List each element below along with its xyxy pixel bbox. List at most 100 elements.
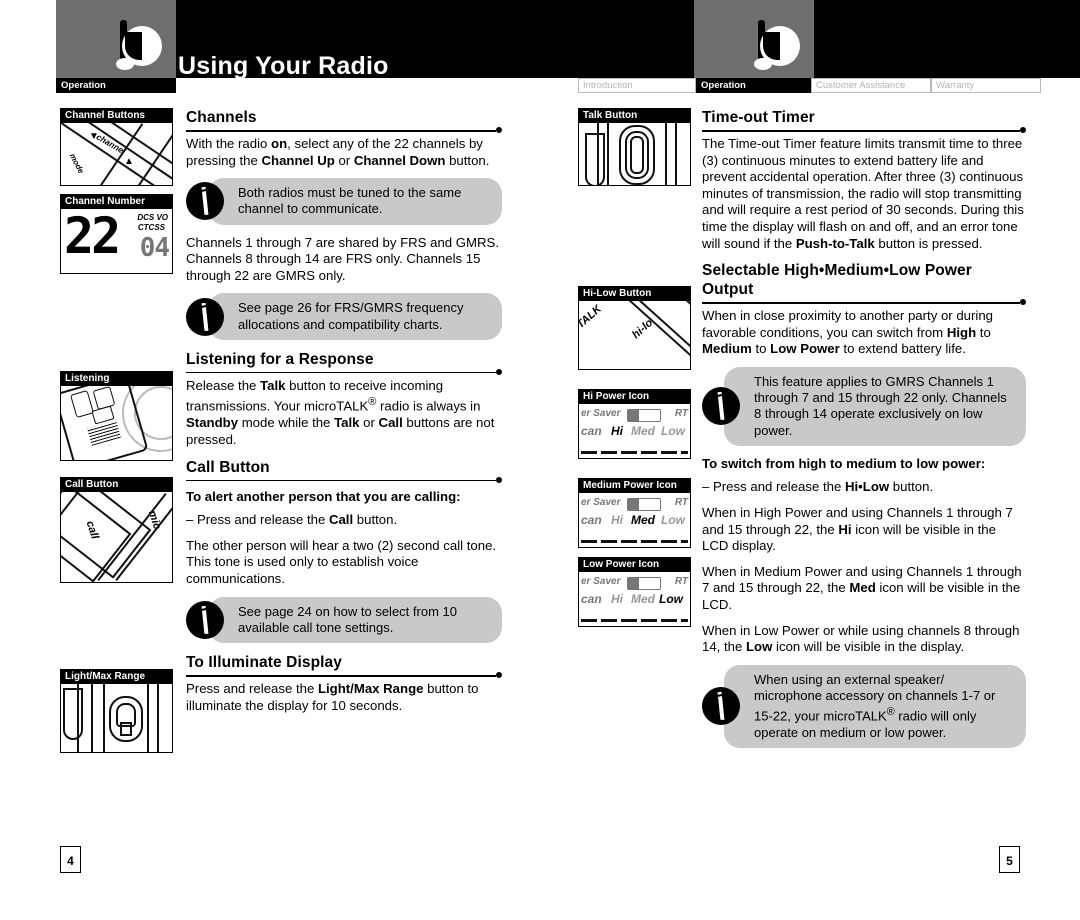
lcd-label-med: Med bbox=[631, 592, 655, 606]
battery-icon bbox=[627, 498, 661, 511]
figure-art-call-button: call mic bbox=[61, 492, 172, 582]
lcd-label-med: Med bbox=[631, 513, 655, 527]
lcd-label-hi: Hi bbox=[611, 592, 623, 606]
figure-art-medium-power-lcd: er Saver RT can Hi Med Low bbox=[579, 493, 690, 547]
figure-channel-buttons: Channel Buttons channel mode ▼ ▲ bbox=[60, 108, 173, 186]
figure-listening: Listening bbox=[60, 371, 173, 461]
section-tabbar: Introduction Operation Customer Assistan… bbox=[540, 78, 1080, 93]
lcd-label-low: Low bbox=[661, 424, 685, 438]
lcd-label-ctcss: CTCSS bbox=[137, 223, 165, 232]
figure-talk-button: Talk Button bbox=[578, 108, 691, 186]
cobra-tip-icon bbox=[186, 182, 224, 221]
lcd-label-dcs-vo: DCS VO bbox=[137, 213, 168, 222]
tip-callout: Both radios must be tuned to the same ch… bbox=[186, 178, 502, 225]
figure-art-low-power-lcd: er Saver RT can Hi Med Low bbox=[579, 572, 690, 626]
lcd-code-digits: 04 bbox=[139, 233, 170, 263]
body-paragraph: When in Medium Power and using Channels … bbox=[702, 563, 1022, 612]
battery-icon bbox=[627, 409, 661, 422]
tip-text: This feature applies to GMRS Channels 1 … bbox=[724, 366, 1026, 446]
section-heading: Time-out Timer bbox=[702, 109, 815, 126]
figure-art-light-max-range bbox=[61, 684, 172, 752]
right-page-content: Time-out Timer The Time-out Timer feature… bbox=[702, 108, 1026, 758]
figure-caption: Talk Button bbox=[579, 109, 690, 123]
figure-channel-number: Channel Number 22 DCS VO CTCSS 04 bbox=[60, 194, 173, 274]
lcd-label-rt: RT bbox=[674, 576, 688, 587]
tab-introduction[interactable]: Introduction bbox=[578, 78, 696, 93]
figure-medium-power-icon: Medium Power Icon er Saver RT can Hi Med… bbox=[578, 478, 691, 548]
lcd-label-power-saver: er Saver bbox=[581, 497, 621, 508]
figure-low-power-icon: Low Power Icon er Saver RT can Hi Med Lo… bbox=[578, 557, 691, 627]
lcd-label-low: Low bbox=[659, 592, 683, 606]
body-paragraph: The other person will hear a two (2) sec… bbox=[186, 537, 497, 586]
tip-text: See page 24 on how to select from 10 ava… bbox=[208, 596, 502, 643]
figure-caption: Channel Buttons bbox=[61, 109, 172, 123]
tip-callout: See page 24 on how to select from 10 ava… bbox=[186, 596, 502, 643]
section-rule bbox=[186, 368, 502, 378]
sub-heading: To alert another person that you are cal… bbox=[186, 488, 461, 504]
figure-light-max-range: Light/Max Range bbox=[60, 669, 173, 753]
tip-callout: See page 26 for FRS/GMRS frequency alloc… bbox=[186, 293, 502, 340]
tab-customer-assistance[interactable]: Customer Assistance bbox=[811, 78, 931, 93]
figure-hi-low-button: Hi-Low Button TALK hi-lo bbox=[578, 286, 691, 370]
figure-call-button: Call Button call mic bbox=[60, 477, 173, 583]
lcd-label-scan: can bbox=[581, 424, 602, 438]
section-rule bbox=[186, 671, 502, 681]
lcd-label-hi: Hi bbox=[611, 513, 623, 527]
page-number-right-value: 5 bbox=[1006, 854, 1013, 868]
lcd-label-power-saver: er Saver bbox=[581, 576, 621, 587]
lcd-label-hi: Hi bbox=[611, 424, 623, 438]
section-heading: Selectable High•Medium•Low Power Output bbox=[702, 262, 972, 299]
tip-callout: When using an external speaker/ micropho… bbox=[702, 664, 1026, 748]
figure-caption: Light/Max Range bbox=[61, 670, 172, 684]
lcd-label-low: Low bbox=[661, 513, 685, 527]
tip-callout: This feature applies to GMRS Channels 1 … bbox=[702, 366, 1026, 446]
section-rule bbox=[702, 127, 1026, 136]
body-paragraph: When in Low Power or while using channel… bbox=[702, 622, 1020, 655]
section-heading: Call Button bbox=[186, 458, 270, 476]
tip-text: See page 26 for FRS/GMRS frequency alloc… bbox=[208, 293, 502, 340]
body-paragraph: Press and release the Light/Max Range bu… bbox=[186, 680, 479, 713]
page-number-right: 5 bbox=[999, 846, 1020, 873]
tab-warranty[interactable]: Warranty bbox=[931, 78, 1041, 93]
section-heading: Channels bbox=[186, 109, 257, 126]
figure-hi-power-icon: Hi Power Icon er Saver RT can Hi Med Low bbox=[578, 389, 691, 459]
lcd-label-scan: can bbox=[581, 513, 602, 527]
cobra-tip-icon bbox=[186, 297, 224, 336]
battery-icon bbox=[627, 577, 661, 590]
lcd-label-rt: RT bbox=[674, 497, 688, 508]
section-heading: Listening for a Response bbox=[186, 350, 374, 368]
section-rule bbox=[702, 299, 1026, 308]
left-page: Channel Buttons channel mode ▼ ▲ Channel… bbox=[0, 0, 540, 920]
body-paragraph: With the radio on, select any of the 22 … bbox=[186, 136, 490, 168]
figure-caption: Listening bbox=[61, 372, 172, 386]
section-rule bbox=[186, 127, 502, 136]
body-paragraph: The Time-out Timer feature limits transm… bbox=[702, 136, 1024, 251]
cobra-tip-icon bbox=[702, 387, 740, 426]
figure-label-talk: TALK bbox=[579, 303, 604, 331]
triangle-up-icon: ▼ bbox=[89, 131, 99, 142]
figure-art-hi-low-button: TALK hi-lo bbox=[579, 301, 690, 369]
body-paragraph: When in close proximity to another party… bbox=[702, 308, 993, 357]
body-paragraph: – Press and release the Hi•Low button. bbox=[702, 479, 934, 495]
triangle-down-icon: ▲ bbox=[124, 156, 134, 167]
cobra-tip-icon bbox=[702, 687, 740, 726]
figure-caption: Medium Power Icon bbox=[579, 479, 690, 493]
figure-caption: Channel Number bbox=[61, 195, 172, 209]
section-rule bbox=[186, 476, 502, 486]
lcd-label-rt: RT bbox=[674, 408, 688, 419]
lcd-channel-digits: 22 bbox=[64, 209, 121, 265]
lcd-label-scan: can bbox=[581, 592, 602, 606]
body-paragraph: Release the Talk button to receive incom… bbox=[186, 377, 495, 447]
tip-text: When using an external speaker/ micropho… bbox=[724, 664, 1026, 748]
figure-art-channel-number: 22 DCS VO CTCSS 04 bbox=[61, 209, 172, 273]
page-number-left: 4 bbox=[60, 846, 81, 873]
right-page: Introduction Operation Customer Assistan… bbox=[540, 0, 1080, 920]
figure-caption: Call Button bbox=[61, 478, 172, 492]
lcd-label-med: Med bbox=[631, 424, 655, 438]
tip-text: Both radios must be tuned to the same ch… bbox=[208, 178, 502, 225]
body-paragraph: When in High Power and using Channels 1 … bbox=[702, 504, 1013, 554]
figure-caption: Low Power Icon bbox=[579, 558, 690, 572]
sub-heading: To switch from high to medium to low pow… bbox=[702, 455, 986, 471]
section-heading: To Illuminate Display bbox=[186, 653, 342, 671]
tab-operation[interactable]: Operation bbox=[696, 78, 811, 93]
